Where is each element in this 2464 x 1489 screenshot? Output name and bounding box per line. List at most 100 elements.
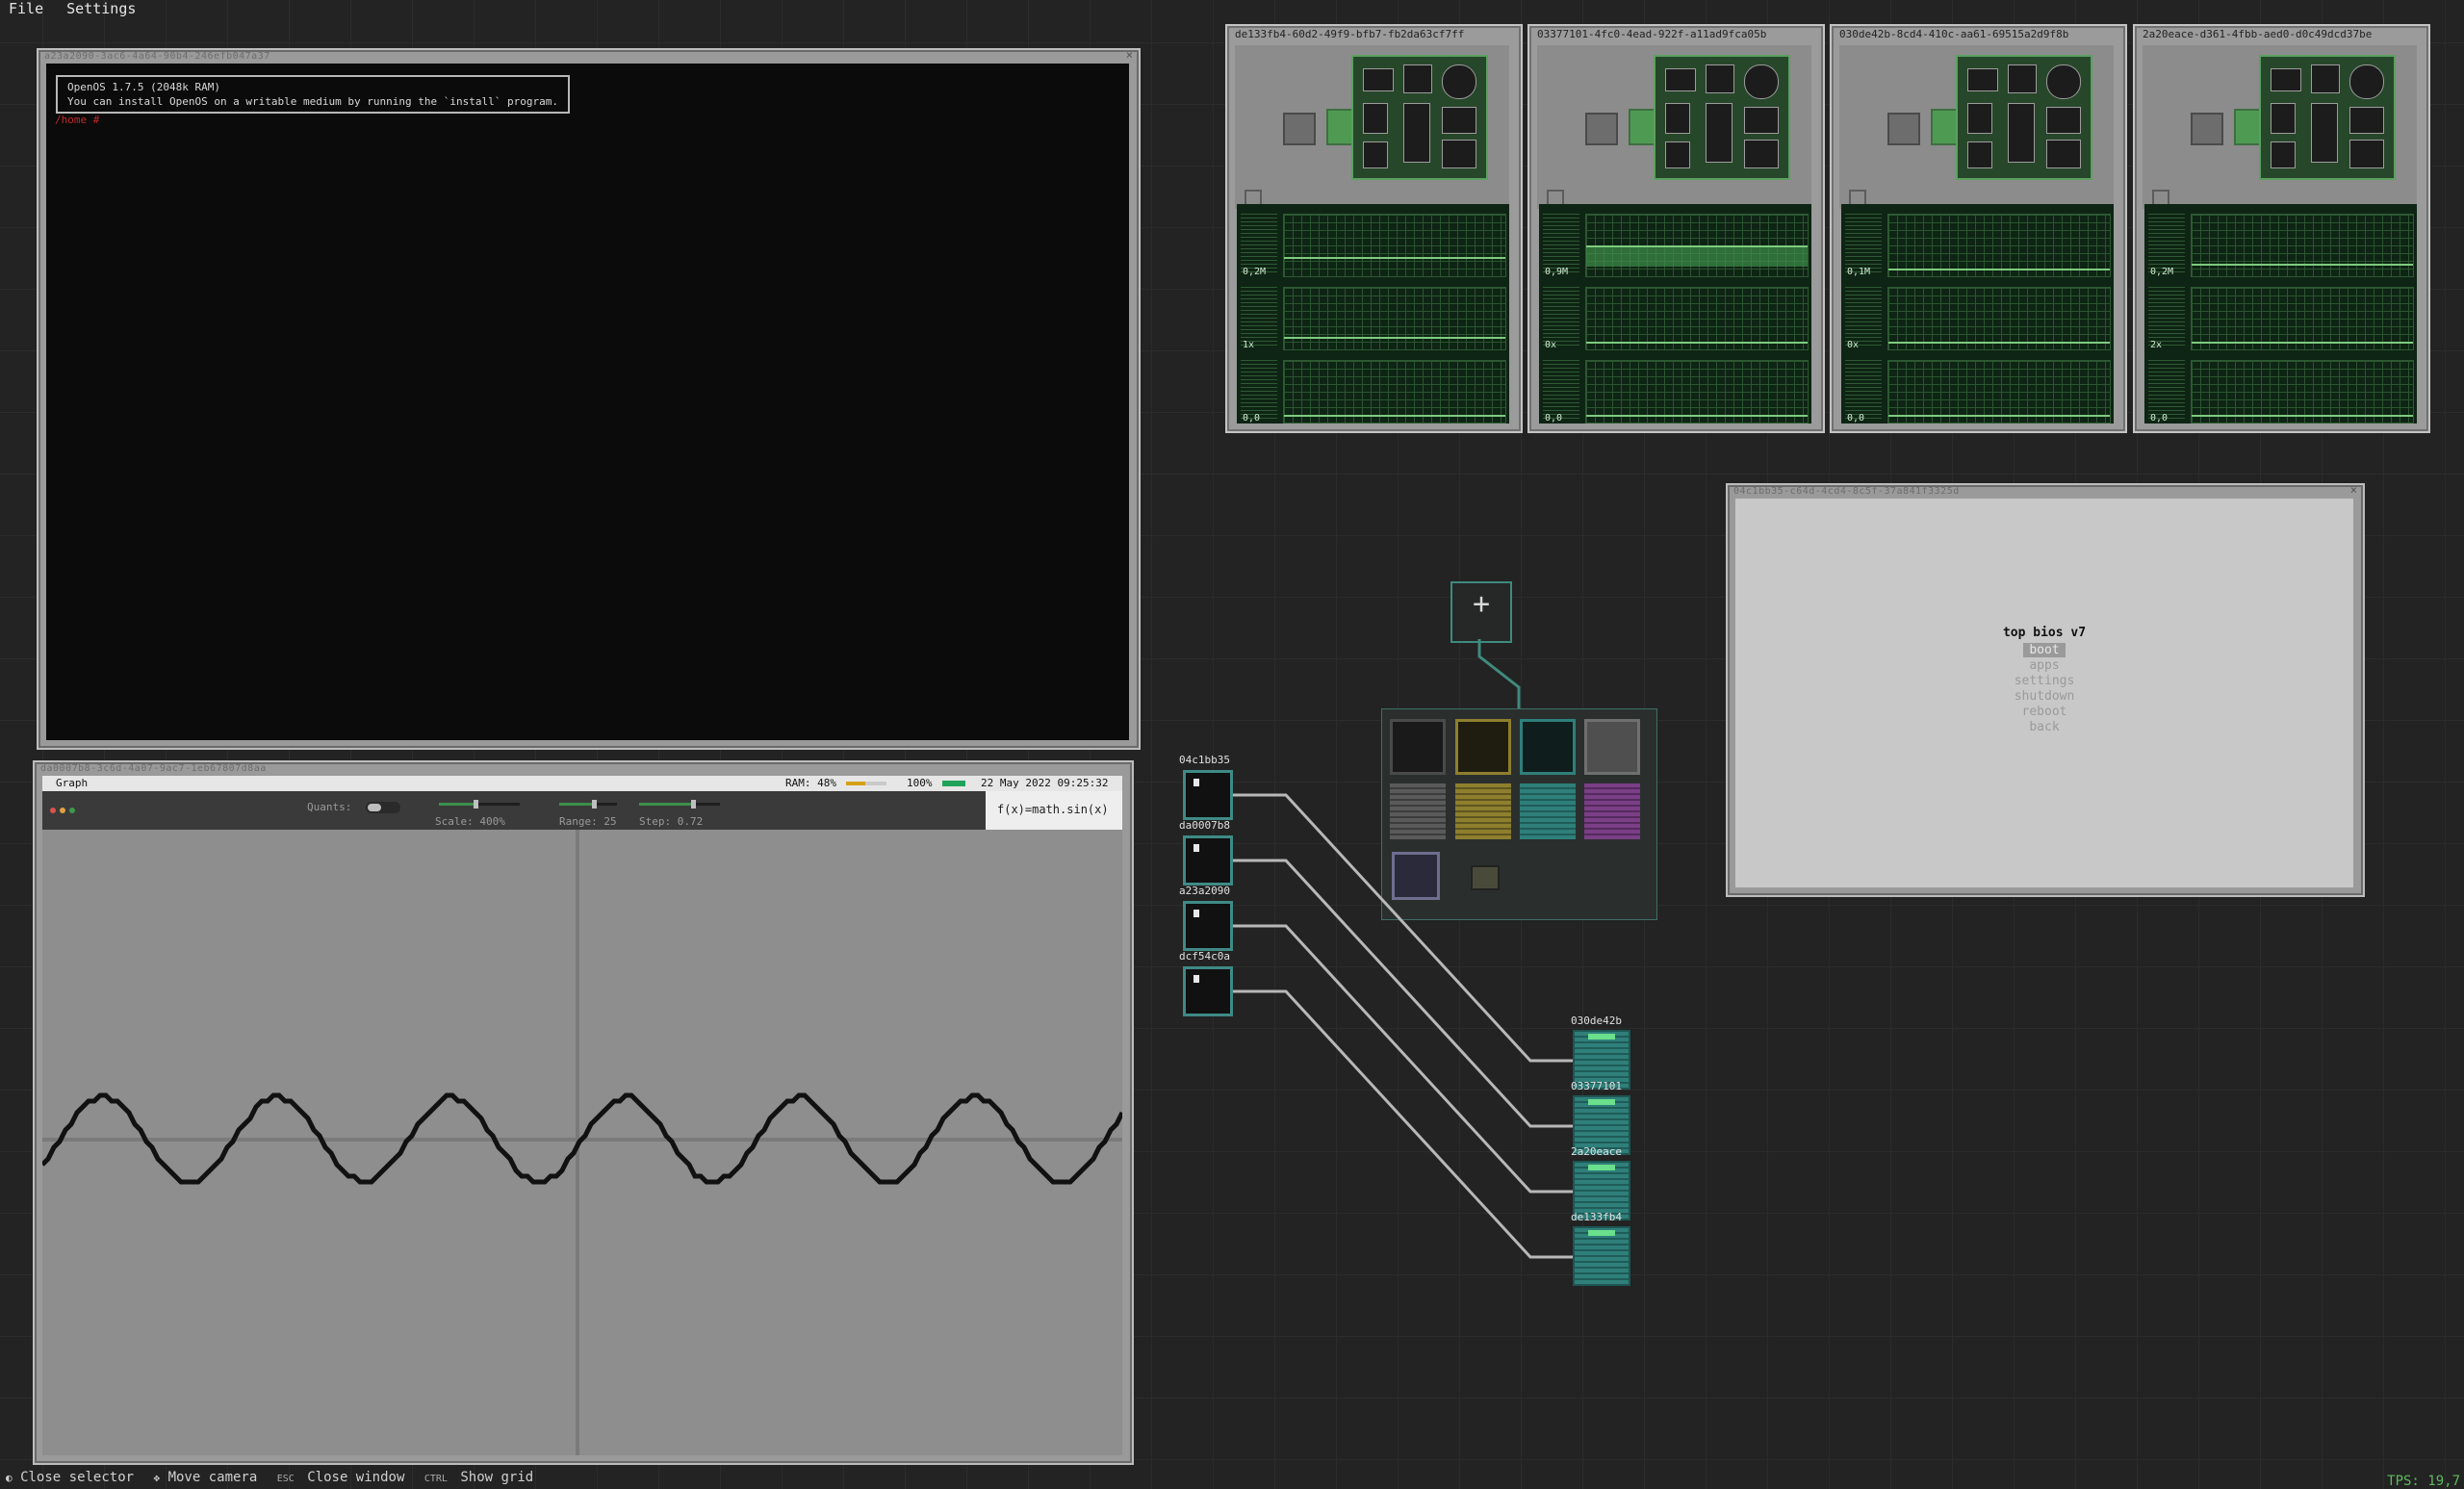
palette-screen-teal[interactable] bbox=[1520, 719, 1576, 775]
rack-title: de133fb4-60d2-49f9-bfb7-fb2da63cf7ff bbox=[1235, 28, 1465, 40]
rack-window[interactable]: 03377101-4fc0-4ead-922f-a11ad9fca05b 0,9M… bbox=[1527, 24, 1825, 433]
palette-disk-drive[interactable] bbox=[1584, 719, 1640, 775]
graph-line bbox=[1888, 415, 2110, 417]
graph-line bbox=[1586, 415, 1808, 417]
hint-bar: ◐ Close selector ✥ Move camera ESC Close… bbox=[0, 1470, 533, 1489]
rack-graphs: 0,2M 2x 0,0 bbox=[2144, 204, 2417, 424]
quants-switch[interactable] bbox=[366, 802, 400, 813]
graph-grid bbox=[1887, 214, 2111, 277]
rack-slot[interactable] bbox=[1283, 113, 1316, 145]
graph-grid bbox=[1585, 214, 1809, 277]
server-node[interactable] bbox=[1573, 1226, 1630, 1286]
window-title: da0007b8-3c6d-4a07-9ac7-1eb67807d8aa bbox=[40, 763, 267, 774]
graph-screen[interactable]: Graph RAM: 48% 100% 22 May 2022 09:25:32… bbox=[42, 776, 1122, 1455]
slider-fill bbox=[439, 803, 475, 806]
graph-value: 0,0 bbox=[1243, 413, 1261, 424]
graph-value: 2x bbox=[2150, 340, 2163, 350]
graph-line bbox=[1284, 415, 1505, 417]
bios-item-shutdown[interactable]: shutdown bbox=[1735, 689, 2353, 704]
menu-file[interactable]: File bbox=[9, 0, 43, 17]
battery-label: 100% bbox=[907, 777, 933, 789]
rack-slot[interactable] bbox=[1887, 113, 1920, 145]
bios-item-boot[interactable]: boot bbox=[1735, 643, 2353, 657]
close-icon[interactable]: × bbox=[1126, 48, 1133, 62]
slider-handle[interactable] bbox=[691, 800, 696, 809]
terminal-window[interactable]: a23a2090-3ac6-4a64-90b4-246efb047a37 × O… bbox=[37, 48, 1141, 750]
graph-window[interactable]: da0007b8-3c6d-4a07-9ac7-1eb67807d8aa Gra… bbox=[33, 760, 1134, 1465]
add-button[interactable]: + bbox=[1450, 581, 1512, 643]
board-chip bbox=[2349, 107, 2384, 134]
server-led bbox=[1588, 1230, 1615, 1236]
rack-window[interactable]: 030de42b-8cd4-410c-aa61-69515a2d9f8b 0,1M… bbox=[1830, 24, 2127, 433]
screen-label: dcf54c0a bbox=[1179, 950, 1230, 963]
scale-slider[interactable] bbox=[439, 800, 520, 809]
server-board[interactable] bbox=[2259, 55, 2396, 180]
graph-value: 0,2M bbox=[2150, 267, 2174, 277]
cursor-icon bbox=[1194, 779, 1199, 786]
rack-window[interactable]: 2a20eace-d361-4fbb-aed0-d0c49dcd37be 0,2M… bbox=[2133, 24, 2430, 433]
connection-wires bbox=[1233, 793, 1573, 1259]
terminal-screen[interactable]: OpenOS 1.7.5 (2048k RAM) You can install… bbox=[46, 64, 1129, 740]
step-slider[interactable] bbox=[639, 800, 720, 809]
graph-value: 0,9M bbox=[1545, 267, 1569, 277]
bios-item-back[interactable]: back bbox=[1735, 720, 2353, 734]
rack-graphs: 0,2M 1x 0,0 bbox=[1237, 204, 1509, 424]
mouse-icon: ◐ bbox=[6, 1472, 13, 1484]
server-label: 030de42b bbox=[1571, 1014, 1622, 1027]
graph-value: 1x bbox=[1243, 340, 1255, 350]
formula-input[interactable]: f(x)=math.sin(x) bbox=[986, 791, 1122, 830]
board-chip bbox=[2008, 64, 2037, 93]
bios-screen[interactable]: top bios v7 boot apps settings shutdown rebo… bbox=[1735, 499, 2353, 887]
key-ctrl: CTRL bbox=[424, 1474, 448, 1484]
switch-knob bbox=[368, 804, 381, 811]
bios-item-reboot[interactable]: reboot bbox=[1735, 705, 2353, 719]
menu-settings[interactable]: Settings bbox=[66, 0, 136, 17]
slider-handle[interactable] bbox=[592, 800, 597, 809]
slider-fill bbox=[559, 803, 594, 806]
minimize-dot-icon[interactable] bbox=[60, 808, 65, 813]
close-dot-icon[interactable] bbox=[50, 808, 56, 813]
screen-node[interactable] bbox=[1183, 966, 1233, 1016]
rack-slot[interactable] bbox=[1585, 113, 1618, 145]
slider-handle[interactable] bbox=[474, 800, 478, 809]
datetime: 22 May 2022 09:25:32 bbox=[981, 777, 1109, 789]
rack-window[interactable]: de133fb4-60d2-49f9-bfb7-fb2da63cf7ff 0,2M… bbox=[1225, 24, 1523, 433]
rack-graphs: 0,9M 0x 0,0 bbox=[1539, 204, 1811, 424]
quants-label: Quants: bbox=[307, 801, 352, 813]
screen-node[interactable] bbox=[1183, 835, 1233, 886]
palette-screen-gold[interactable] bbox=[1455, 719, 1511, 775]
bios-item-apps[interactable]: apps bbox=[1735, 658, 2353, 673]
graph-value: 0,1M bbox=[1847, 267, 1871, 277]
bios-window[interactable]: 04c1bb35-c64d-4cd4-8c5f-37a841f3325d × t… bbox=[1726, 483, 2365, 897]
usage-graph: 0,2M bbox=[1237, 210, 1509, 279]
board-chip bbox=[2046, 140, 2081, 168]
board-chip bbox=[1665, 103, 1690, 134]
close-icon[interactable]: × bbox=[2350, 483, 2357, 497]
step-label: Step: 0.72 bbox=[639, 815, 704, 828]
server-board[interactable] bbox=[1654, 55, 1790, 180]
server-board[interactable] bbox=[1351, 55, 1488, 180]
screen-node[interactable] bbox=[1183, 901, 1233, 951]
screen-node[interactable] bbox=[1183, 770, 1233, 820]
board-chip bbox=[1403, 103, 1430, 163]
board-chip bbox=[2008, 103, 2035, 163]
graph-value: 0x bbox=[1545, 340, 1557, 350]
rack-title: 03377101-4fc0-4ead-922f-a11ad9fca05b bbox=[1537, 28, 1767, 40]
palette-screen-dark[interactable] bbox=[1390, 719, 1446, 775]
usage-graph: 0,0 bbox=[1841, 356, 2114, 425]
board-chip bbox=[1706, 64, 1734, 93]
board-chip bbox=[1744, 107, 1779, 134]
server-board[interactable] bbox=[1956, 55, 2092, 180]
rack-slot[interactable] bbox=[2191, 113, 2223, 145]
function-plot[interactable] bbox=[42, 830, 1122, 1455]
bios-item-settings[interactable]: settings bbox=[1735, 674, 2353, 688]
formula-text: f(x)=math.sin(x) bbox=[997, 803, 1109, 816]
usage-graph: 0x bbox=[1539, 283, 1811, 352]
bios-item-highlight: boot bbox=[2023, 643, 2066, 657]
graph-line bbox=[1284, 257, 1505, 259]
range-slider[interactable] bbox=[559, 800, 617, 809]
maximize-dot-icon[interactable] bbox=[69, 808, 75, 813]
ram-fill bbox=[846, 782, 865, 785]
usage-graph: 0,9M bbox=[1539, 210, 1811, 279]
rack-slots bbox=[1235, 45, 1509, 209]
